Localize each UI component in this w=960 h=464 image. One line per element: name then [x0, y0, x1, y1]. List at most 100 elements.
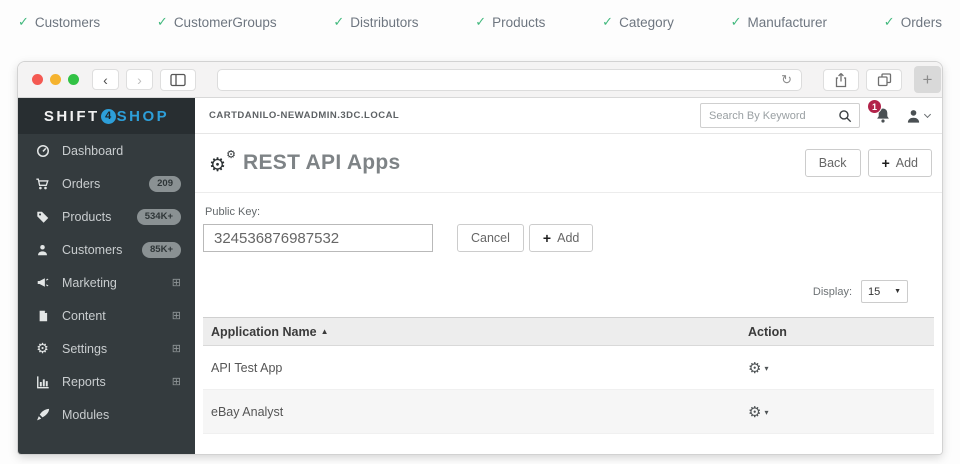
status-item-category: ✓ Category [602, 14, 674, 30]
public-key-input[interactable] [203, 224, 433, 252]
sidebar-item-label: Dashboard [62, 144, 123, 158]
sidebar-item-products[interactable]: Products 534K+ [18, 200, 195, 233]
logo-word-shift: SHIFT [44, 108, 100, 125]
add-app-button[interactable]: + Add [868, 149, 932, 177]
test-status-bar: ✓ Customers ✓ CustomerGroups ✓ Distribut… [0, 0, 960, 44]
caret-down-icon: ▾ [764, 408, 768, 417]
products-count-badge: 534K+ [137, 209, 181, 225]
display-label: Display: [813, 286, 852, 298]
status-label: Products [492, 15, 545, 30]
table-header-row: Application Name ▲ Action [203, 318, 934, 346]
window-controls [32, 74, 79, 85]
account-menu-button[interactable] [906, 108, 930, 124]
sidebar-item-orders[interactable]: Orders 209 [18, 167, 195, 200]
tabs-overview-button[interactable] [866, 69, 902, 91]
table-row: API Test App ⚙ ▾ [203, 346, 934, 390]
new-tab-button[interactable]: + [914, 66, 941, 93]
breadcrumb: CARTDANILO-NEWADMIN.3DC.LOCAL [209, 110, 399, 121]
public-key-label: Public Key: [205, 206, 934, 218]
expand-icon[interactable]: ⊞ [172, 342, 181, 355]
selected-value: 15 [868, 286, 880, 298]
status-label: Orders [901, 15, 942, 30]
sidebar-item-modules[interactable]: Modules [18, 398, 195, 431]
reload-icon[interactable]: ↻ [781, 72, 792, 88]
sidebar-item-settings[interactable]: ⚙ Settings ⊞ [18, 332, 195, 365]
row-action-menu-button[interactable]: ⚙ ▾ [748, 403, 934, 421]
gauge-icon [34, 144, 51, 158]
share-icon [834, 72, 848, 88]
status-label: Category [619, 15, 674, 30]
sidebar-item-customers[interactable]: Customers 85K+ [18, 233, 195, 266]
sidebar-item-dashboard[interactable]: Dashboard [18, 134, 195, 167]
chevron-down-icon [924, 110, 931, 117]
tabs-icon [877, 72, 892, 87]
search-input[interactable] [709, 110, 838, 122]
back-button[interactable]: Back [805, 149, 861, 177]
status-item-orders: ✓ Orders [884, 14, 942, 30]
document-icon [34, 309, 51, 323]
sidebar-item-label: Customers [62, 243, 122, 257]
forward-button[interactable]: › [126, 69, 153, 90]
share-button[interactable] [823, 69, 859, 91]
check-icon: ✓ [333, 14, 344, 30]
check-icon: ✓ [884, 14, 895, 30]
page-content: Public Key: Cancel + Add Display: [195, 193, 942, 454]
customers-count-badge: 85K+ [142, 242, 181, 258]
admin-sidebar: SHIFT 4 SHOP Dashboard Orders 209 [18, 98, 195, 454]
close-window-button[interactable] [32, 74, 43, 85]
expand-icon[interactable]: ⊞ [172, 309, 181, 322]
page-title: REST API Apps [243, 151, 401, 175]
sidebar-item-label: Reports [62, 375, 106, 389]
sidebar-item-reports[interactable]: Reports ⊞ [18, 365, 195, 398]
confirm-add-button[interactable]: + Add [529, 224, 593, 252]
sidebar-toggle-button[interactable] [160, 69, 196, 91]
tags-icon [34, 210, 51, 224]
sidebar-item-marketing[interactable]: Marketing ⊞ [18, 266, 195, 299]
expand-icon[interactable]: ⊞ [172, 276, 181, 289]
status-label: Distributors [350, 15, 418, 30]
user-icon [906, 108, 921, 124]
app-name: eBay Analyst [211, 405, 748, 419]
orders-count-badge: 209 [149, 176, 181, 192]
sidebar-item-content[interactable]: Content ⊞ [18, 299, 195, 332]
apps-table: Application Name ▲ Action API Test App ⚙… [203, 317, 934, 434]
check-icon: ✓ [731, 14, 742, 30]
check-icon: ✓ [157, 14, 168, 30]
zoom-window-button[interactable] [68, 74, 79, 85]
caret-down-icon: ▾ [764, 364, 768, 373]
sidebar-item-label: Marketing [62, 276, 117, 290]
check-icon: ✓ [602, 14, 613, 30]
check-icon: ✓ [475, 14, 486, 30]
display-count-select[interactable]: 15 ▼ [861, 280, 908, 303]
sidebar-item-label: Settings [62, 342, 107, 356]
gears-icon: ⚙ [34, 340, 51, 357]
sidebar-item-label: Products [62, 210, 111, 224]
gears-icon: ⚙ ⚙ [209, 150, 236, 176]
expand-icon[interactable]: ⊞ [172, 375, 181, 388]
status-label: Manufacturer [748, 15, 828, 30]
browser-window: ‹ › ↻ + SHIFT 4 SHOP [18, 62, 942, 454]
column-header-application-name[interactable]: Application Name ▲ [211, 325, 748, 339]
url-field[interactable]: ↻ [217, 69, 802, 91]
rocket-icon [34, 408, 51, 422]
app-name: API Test App [211, 361, 748, 375]
row-action-menu-button[interactable]: ⚙ ▾ [748, 359, 934, 377]
main-panel: CARTDANILO-NEWADMIN.3DC.LOCAL 1 [195, 98, 942, 454]
notifications-button[interactable]: 1 [875, 107, 891, 124]
sidebar-item-label: Orders [62, 177, 100, 191]
bar-chart-icon [34, 375, 51, 389]
column-header-action[interactable]: Action [748, 325, 934, 339]
sidebar-toggle-icon [170, 73, 186, 87]
minimize-window-button[interactable] [50, 74, 61, 85]
sort-asc-icon: ▲ [321, 327, 329, 336]
logo-word-shop: SHOP [117, 108, 170, 125]
plus-icon: + [882, 155, 890, 171]
shift4shop-logo[interactable]: SHIFT 4 SHOP [18, 98, 195, 134]
search-icon[interactable] [838, 109, 852, 123]
status-item-customergroups: ✓ CustomerGroups [157, 14, 277, 30]
cancel-button[interactable]: Cancel [457, 224, 524, 252]
megaphone-icon [34, 276, 51, 289]
back-button[interactable]: ‹ [92, 69, 119, 90]
sidebar-item-label: Content [62, 309, 106, 323]
notification-count-badge: 1 [867, 99, 882, 114]
